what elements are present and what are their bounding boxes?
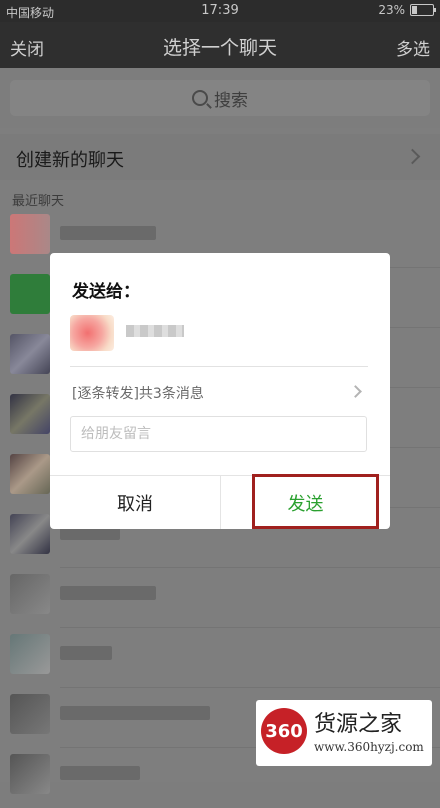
- watermark-url: www.360hyzj.com: [314, 740, 424, 754]
- send-button-highlight: [252, 474, 379, 529]
- chevron-right-icon: [404, 148, 421, 165]
- recipient-name-blurred: [126, 325, 184, 337]
- chat-name-blurred: [60, 706, 210, 720]
- avatar: [10, 394, 50, 434]
- create-chat-row[interactable]: 创建新的聊天: [0, 134, 440, 180]
- status-time: 17:39: [201, 3, 239, 18]
- divider: [70, 366, 368, 367]
- search-icon: [192, 90, 208, 106]
- multi-select-button[interactable]: 多选: [396, 35, 430, 60]
- chat-row[interactable]: [0, 628, 440, 688]
- chat-row[interactable]: [0, 568, 440, 628]
- create-chat-label: 创建新的聊天: [16, 150, 124, 171]
- chevron-right-icon[interactable]: [349, 385, 362, 398]
- avatar: [10, 514, 50, 554]
- cancel-button[interactable]: 取消: [50, 476, 220, 529]
- note-input[interactable]: [70, 416, 367, 452]
- search-bar[interactable]: 搜索: [10, 80, 430, 116]
- battery-percent: 23%: [378, 3, 405, 17]
- page-title: 选择一个聊天: [162, 37, 277, 59]
- chat-name-blurred: [60, 646, 112, 660]
- message-summary[interactable]: [逐条转发]共3条消息: [72, 383, 204, 403]
- watermark-logo: 360: [261, 708, 307, 754]
- avatar: [10, 454, 50, 494]
- status-bar: 中国移动 17:39 23%: [0, 0, 440, 22]
- search-label: 搜索: [214, 90, 248, 111]
- avatar: [10, 754, 50, 794]
- status-right-group: 23%: [378, 3, 436, 17]
- avatar: [10, 634, 50, 674]
- avatar: [10, 214, 50, 254]
- avatar: [10, 694, 50, 734]
- battery-fill: [412, 6, 417, 14]
- recent-chats-header: 最近聊天: [12, 194, 65, 209]
- nav-bar: 关闭 选择一个聊天 多选: [0, 22, 440, 68]
- avatar: [10, 334, 50, 374]
- watermark: 360 货源之家 www.360hyzj.com: [256, 700, 432, 766]
- avatar: [10, 274, 50, 314]
- watermark-name: 货源之家: [314, 712, 403, 737]
- recipient-avatar: [70, 315, 114, 351]
- avatar: [10, 574, 50, 614]
- chat-name-blurred: [60, 226, 156, 240]
- chat-name-blurred: [60, 766, 140, 780]
- battery-icon: [410, 4, 436, 16]
- chat-name-blurred: [60, 586, 156, 600]
- send-to-label: 发送给：: [72, 282, 140, 302]
